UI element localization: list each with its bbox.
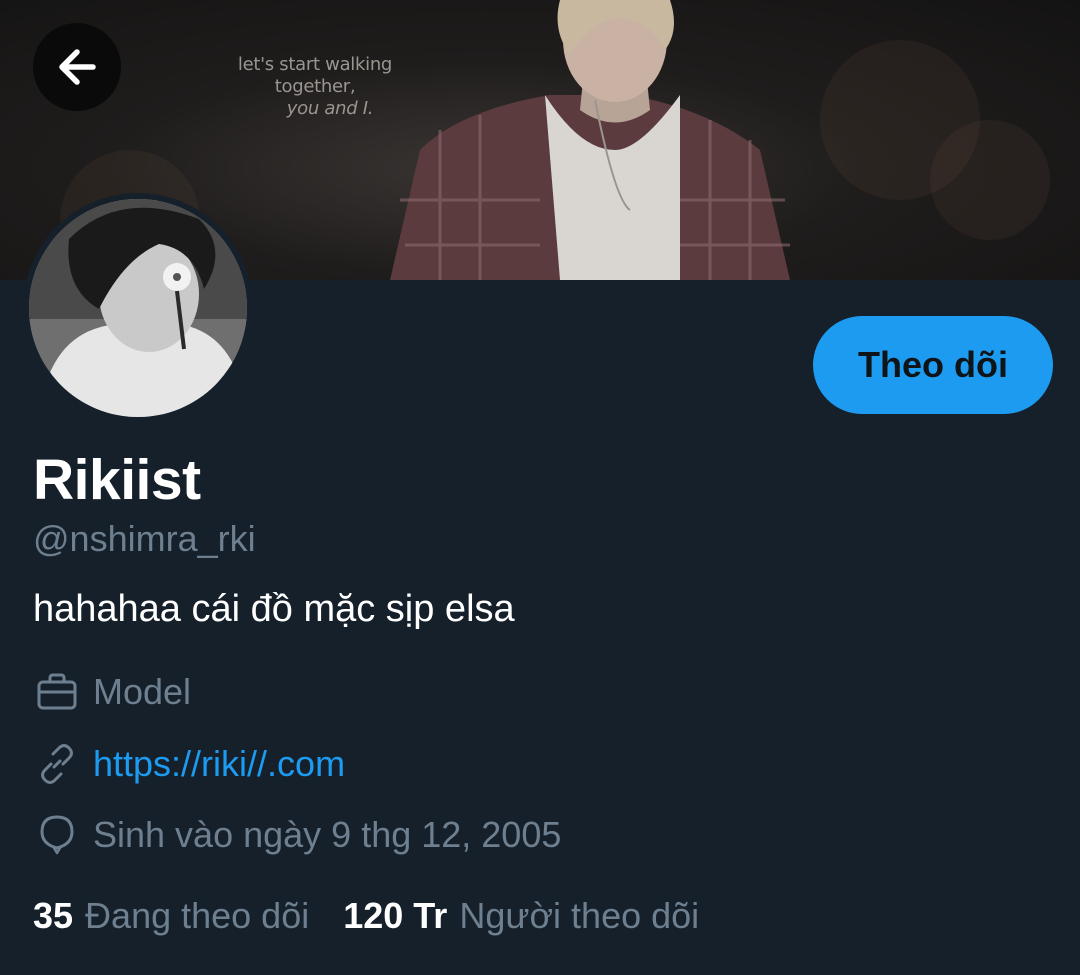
avatar-photo-figure	[29, 199, 247, 417]
avatar[interactable]	[23, 193, 253, 423]
following-label: Đang theo dõi	[85, 895, 310, 936]
profile-url-row: https://riki//.com	[33, 740, 345, 788]
avatar-photo	[29, 199, 247, 417]
followers-count: 120 Tr	[343, 895, 448, 936]
profile-birthday: Sinh vào ngày 9 thg 12, 2005	[93, 814, 562, 855]
link-icon	[33, 740, 81, 788]
arrow-left-icon	[59, 49, 96, 85]
briefcase-icon	[33, 668, 81, 716]
back-button[interactable]	[33, 23, 121, 111]
profile-birthday-row: Sinh vào ngày 9 thg 12, 2005	[33, 811, 561, 859]
balloon-icon	[33, 811, 81, 859]
profile-bio: hahahaa cái đồ mặc sịp elsa	[33, 588, 515, 630]
profile-job-row: Model	[33, 668, 191, 716]
profile-url-link[interactable]: https://riki//.com	[93, 743, 345, 785]
banner-photo-figure	[390, 0, 790, 280]
profile-stats: 35 Đang theo dõi 120 Tr Người theo dõi	[33, 894, 733, 938]
profile-page: let's start walking together, you and I.	[0, 0, 1080, 975]
following-count: 35	[33, 895, 74, 936]
following-link[interactable]: 35 Đang theo dõi	[33, 894, 309, 938]
user-handle: @nshimra_rki	[33, 518, 256, 559]
display-name: Rikiist	[33, 448, 201, 512]
followers-link[interactable]: 120 Tr Người theo dõi	[343, 894, 699, 938]
follow-button[interactable]: Theo dõi	[813, 316, 1053, 414]
followers-label: Người theo dõi	[459, 895, 700, 936]
profile-job: Model	[93, 671, 192, 712]
